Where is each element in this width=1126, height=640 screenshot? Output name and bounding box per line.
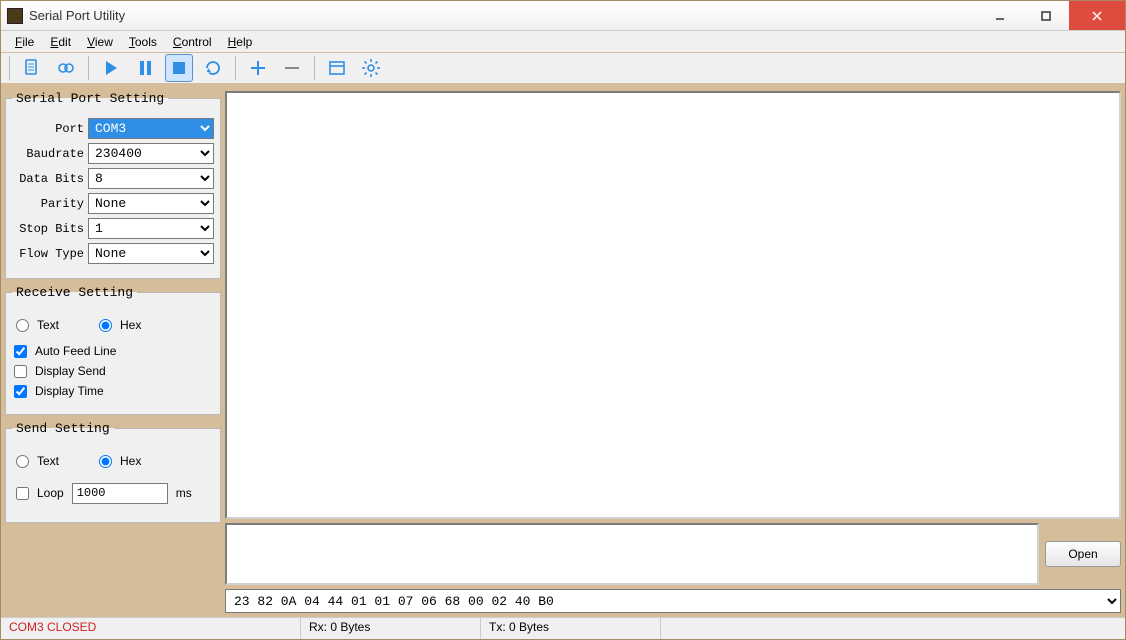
hex-history-combo[interactable]: 23 82 0A 04 44 01 01 07 06 68 00 02 40 B…	[225, 589, 1121, 613]
receive-legend: Receive Setting	[12, 285, 137, 300]
main-area: Serial Port Setting Port COM3 Baudrate 230…	[1, 87, 1125, 617]
title-bar: Serial Port Utility	[1, 1, 1125, 31]
maximize-button[interactable]	[1023, 1, 1069, 30]
window-icon[interactable]	[323, 54, 351, 82]
port-label: Port	[12, 122, 84, 136]
parity-combo[interactable]: None	[88, 193, 214, 214]
gear-icon[interactable]	[357, 54, 385, 82]
parity-label: Parity	[12, 197, 84, 211]
open-button[interactable]: Open	[1045, 541, 1121, 567]
display-send-check[interactable]: Display Send	[14, 364, 212, 378]
play-icon[interactable]	[97, 54, 125, 82]
send-textarea[interactable]	[225, 523, 1039, 585]
right-panel: Open 23 82 0A 04 44 01 01 07 06 68 00 02…	[225, 91, 1121, 617]
baudrate-combo[interactable]: 230400	[88, 143, 214, 164]
send-setting-group: Send Setting Text Hex Loop ms	[5, 421, 221, 523]
receive-textarea[interactable]	[225, 91, 1121, 519]
minus-icon[interactable]	[278, 54, 306, 82]
menu-help[interactable]: Help	[220, 33, 261, 51]
plus-icon[interactable]	[244, 54, 272, 82]
window-title: Serial Port Utility	[29, 8, 977, 23]
stop-label: Stop Bits	[12, 222, 84, 236]
status-bar: COM3 CLOSED Rx: 0 Bytes Tx: 0 Bytes	[1, 617, 1125, 639]
minimize-button[interactable]	[977, 1, 1023, 30]
loop-interval-input[interactable]	[72, 483, 168, 504]
receive-hex-radio[interactable]: Hex	[99, 318, 141, 332]
auto-feed-line-check[interactable]: Auto Feed Line	[14, 344, 212, 358]
ms-label: ms	[176, 486, 192, 500]
menu-view[interactable]: View	[79, 33, 121, 51]
menu-edit[interactable]: Edit	[42, 33, 79, 51]
menu-bar: File Edit View Tools Control Help	[1, 31, 1125, 53]
left-panel: Serial Port Setting Port COM3 Baudrate 230…	[5, 91, 221, 617]
menu-file[interactable]: File	[7, 33, 42, 51]
serial-legend: Serial Port Setting	[12, 91, 168, 106]
app-icon	[7, 8, 23, 24]
flow-label: Flow Type	[12, 247, 84, 261]
status-port: COM3 CLOSED	[1, 618, 301, 639]
stopbits-combo[interactable]: 1	[88, 218, 214, 239]
pause-icon[interactable]	[131, 54, 159, 82]
receive-setting-group: Receive Setting Text Hex Auto Feed Line …	[5, 285, 221, 415]
stop-icon[interactable]	[165, 54, 193, 82]
menu-tools[interactable]: Tools	[121, 33, 165, 51]
loop-check[interactable]: Loop	[16, 486, 64, 500]
record-icon[interactable]	[52, 54, 80, 82]
send-text-radio[interactable]: Text	[16, 454, 59, 468]
send-hex-radio[interactable]: Hex	[99, 454, 141, 468]
refresh-icon[interactable]	[199, 54, 227, 82]
menu-control[interactable]: Control	[165, 33, 220, 51]
toolbar	[1, 53, 1125, 87]
receive-text-radio[interactable]: Text	[16, 318, 59, 332]
baud-label: Baudrate	[12, 147, 84, 161]
status-tx: Tx: 0 Bytes	[481, 618, 661, 639]
document-icon[interactable]	[18, 54, 46, 82]
data-label: Data Bits	[12, 172, 84, 186]
send-legend: Send Setting	[12, 421, 114, 436]
port-combo[interactable]: COM3	[88, 118, 214, 139]
display-time-check[interactable]: Display Time	[14, 384, 212, 398]
databits-combo[interactable]: 8	[88, 168, 214, 189]
flowtype-combo[interactable]: None	[88, 243, 214, 264]
close-button[interactable]	[1069, 1, 1125, 30]
status-rx: Rx: 0 Bytes	[301, 618, 481, 639]
serial-port-setting-group: Serial Port Setting Port COM3 Baudrate 230…	[5, 91, 221, 279]
